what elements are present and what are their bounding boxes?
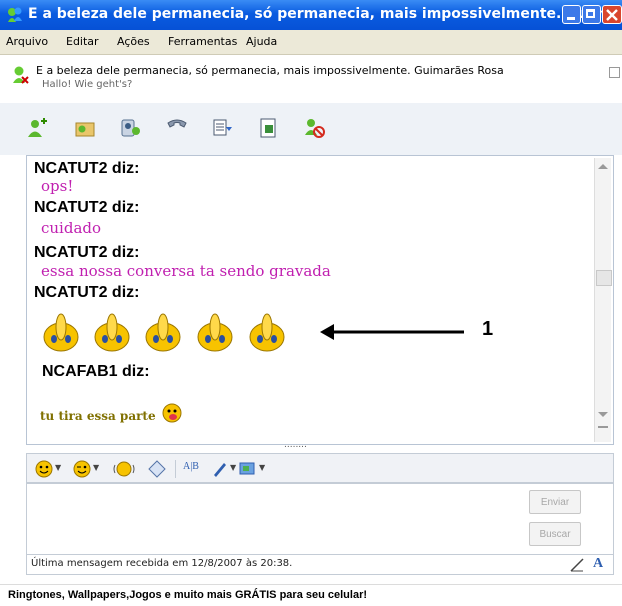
praying-emoticon-icon xyxy=(249,313,285,352)
search-button[interactable]: Buscar xyxy=(529,522,581,546)
maximize-icon xyxy=(586,9,595,18)
last-message-status: Última mensagem recebida em 12/8/2007 às… xyxy=(31,558,293,569)
splitter-handle[interactable]: ........ xyxy=(284,440,307,450)
chevron-down-icon[interactable]: ▼ xyxy=(55,463,61,472)
menu-acoes[interactable]: Ações xyxy=(117,35,150,48)
invite-contact-icon[interactable] xyxy=(27,117,49,139)
voice-call-icon[interactable] xyxy=(166,117,188,139)
minimize-icon xyxy=(567,17,575,20)
emoticon-menu-icon[interactable] xyxy=(35,460,53,478)
close-button[interactable] xyxy=(602,5,622,24)
activities-icon[interactable] xyxy=(211,117,233,139)
message-text: essa nossa conversa ta sendo gravada xyxy=(41,262,331,280)
message-text: cuidado xyxy=(41,219,102,237)
chevron-down-icon[interactable]: ▼ xyxy=(93,463,99,472)
message-input[interactable]: Enviar Buscar xyxy=(26,483,614,555)
message-sender: NCATUT2 diz: xyxy=(34,284,140,301)
contact-header: E a beleza dele permanecia, só permaneci… xyxy=(0,55,622,103)
ad-text[interactable]: Ringtones, Wallpapers,Jogos e muito mais… xyxy=(8,589,367,601)
message-sender: NCATUT2 diz: xyxy=(34,244,140,261)
praying-emoticon-icon xyxy=(197,313,233,352)
scroll-down-icon[interactable] xyxy=(598,412,608,417)
background-icon[interactable] xyxy=(239,460,257,478)
webcam-icon[interactable] xyxy=(119,117,141,139)
annotation-arrow xyxy=(320,324,464,340)
annotation-number: 1 xyxy=(482,318,494,340)
message-sender: NCATUT2 diz: xyxy=(34,160,140,177)
praying-emoticon-icon xyxy=(94,313,130,352)
text-mode-icon[interactable]: A xyxy=(593,556,603,572)
scroll-up-icon[interactable] xyxy=(598,164,608,169)
message-sender: NCATUT2 diz: xyxy=(34,199,140,216)
menu-ajuda[interactable]: Ajuda xyxy=(246,35,277,48)
praying-emoticon-icon xyxy=(43,313,79,352)
toolbar xyxy=(0,103,622,155)
menu-bar: Arquivo Editar Ações Ferramentas Ajuda xyxy=(0,30,622,55)
chevron-down-icon[interactable]: ▼ xyxy=(230,463,236,472)
scroll-end-icon[interactable] xyxy=(598,426,608,428)
wink-emoticon-icon[interactable] xyxy=(73,460,91,478)
maximize-button[interactable] xyxy=(582,5,601,24)
ad-banner[interactable]: Ringtones, Wallpapers,Jogos e muito mais… xyxy=(0,584,622,606)
status-bar: Última mensagem recebida em 12/8/2007 às… xyxy=(26,555,614,575)
wink-animation-icon[interactable] xyxy=(147,459,167,479)
message-text: ops! xyxy=(41,177,74,195)
message-sender: NCAFAB1 diz: xyxy=(42,363,150,380)
font-icon[interactable]: A|B xyxy=(183,461,199,472)
scroll-thumb[interactable] xyxy=(596,270,612,286)
contact-status-icon xyxy=(13,66,29,84)
send-button[interactable]: Enviar xyxy=(529,490,581,514)
messenger-buddy-icon xyxy=(8,7,22,22)
minimize-button[interactable] xyxy=(562,5,581,24)
menu-editar[interactable]: Editar xyxy=(66,35,99,48)
contact-status-message: Hallo! Wie geht's? xyxy=(42,79,133,90)
expand-icon[interactable] xyxy=(609,67,620,78)
message-text: tu tira essa parte xyxy=(40,409,156,423)
handwriting-icon[interactable] xyxy=(569,557,585,573)
tongue-emoticon-icon xyxy=(162,403,182,423)
chevron-down-icon[interactable]: ▼ xyxy=(259,463,265,472)
menu-arquivo[interactable]: Arquivo xyxy=(6,35,48,48)
formatting-toolbar: ▼ ▼ A|B ▼ ▼ xyxy=(26,453,614,483)
send-file-icon[interactable] xyxy=(74,117,96,139)
color-pen-icon[interactable] xyxy=(211,460,229,478)
contact-name: E a beleza dele permanecia, só permaneci… xyxy=(36,64,504,77)
block-contact-icon[interactable] xyxy=(303,117,325,139)
close-icon xyxy=(606,9,618,21)
menu-ferramentas[interactable]: Ferramentas xyxy=(168,35,237,48)
window-title: E a beleza dele permanecia, só permaneci… xyxy=(28,6,622,22)
games-icon[interactable] xyxy=(258,117,280,139)
nudge-icon[interactable] xyxy=(113,459,135,479)
title-bar: E a beleza dele permanecia, só permaneci… xyxy=(0,0,622,30)
toolbar-divider xyxy=(175,460,176,478)
praying-emoticon-icon xyxy=(145,313,181,352)
chat-scrollbar[interactable] xyxy=(594,158,612,442)
